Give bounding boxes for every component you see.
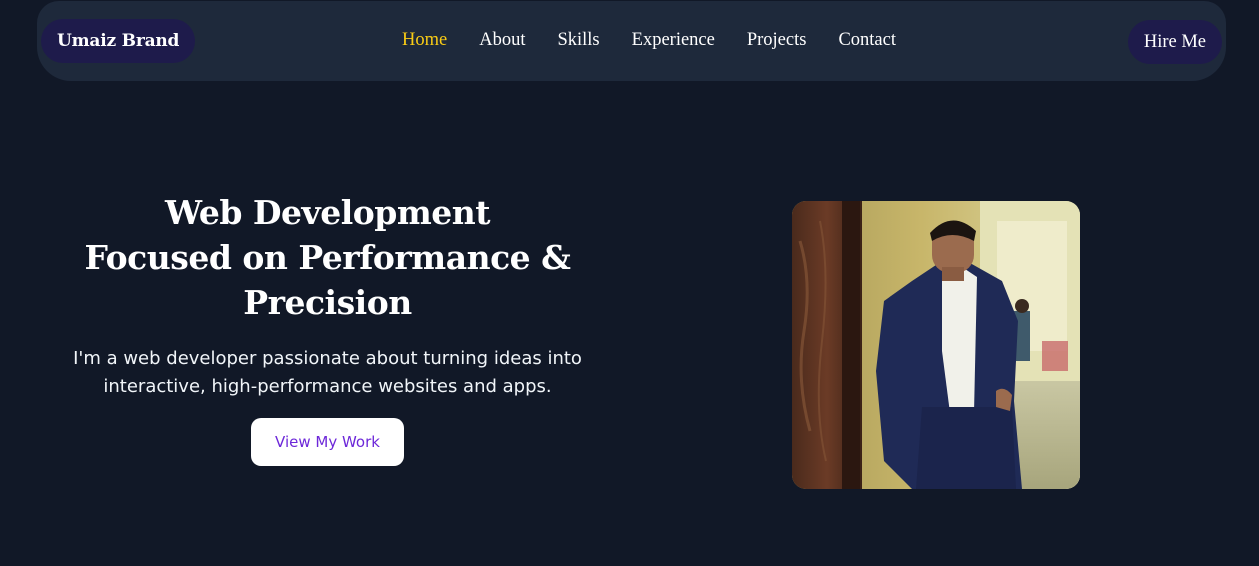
nav-links: Home About Skills Experience Projects Co…: [402, 30, 928, 51]
hero-subtitle-line: interactive, high-performance websites a…: [103, 376, 552, 397]
nav-link-home[interactable]: Home: [402, 30, 447, 51]
hero-title: Web Development Focused on Performance &…: [60, 190, 595, 325]
profile-photo-image: [792, 201, 1080, 489]
profile-photo: [792, 201, 1080, 489]
nav-link-experience[interactable]: Experience: [632, 30, 715, 51]
navbar: Umaiz Brand Home About Skills Experience…: [37, 1, 1226, 81]
hire-me-button[interactable]: Hire Me: [1127, 20, 1222, 64]
hero-title-line: Web Development: [165, 193, 490, 232]
nav-link-skills[interactable]: Skills: [557, 30, 599, 51]
hero-subtitle-line: I'm a web developer passionate about tur…: [73, 348, 582, 369]
view-my-work-button[interactable]: View My Work: [251, 418, 404, 466]
hero-title-line: Focused on Performance &: [84, 238, 571, 277]
hero-title-line: Precision: [243, 283, 412, 322]
nav-link-projects[interactable]: Projects: [747, 30, 807, 51]
nav-link-about[interactable]: About: [479, 30, 525, 51]
brand-logo[interactable]: Umaiz Brand: [41, 19, 196, 63]
nav-link-contact[interactable]: Contact: [838, 30, 896, 51]
hero-subtitle: I'm a web developer passionate about tur…: [60, 345, 595, 401]
hero-section: Web Development Focused on Performance &…: [60, 190, 595, 466]
